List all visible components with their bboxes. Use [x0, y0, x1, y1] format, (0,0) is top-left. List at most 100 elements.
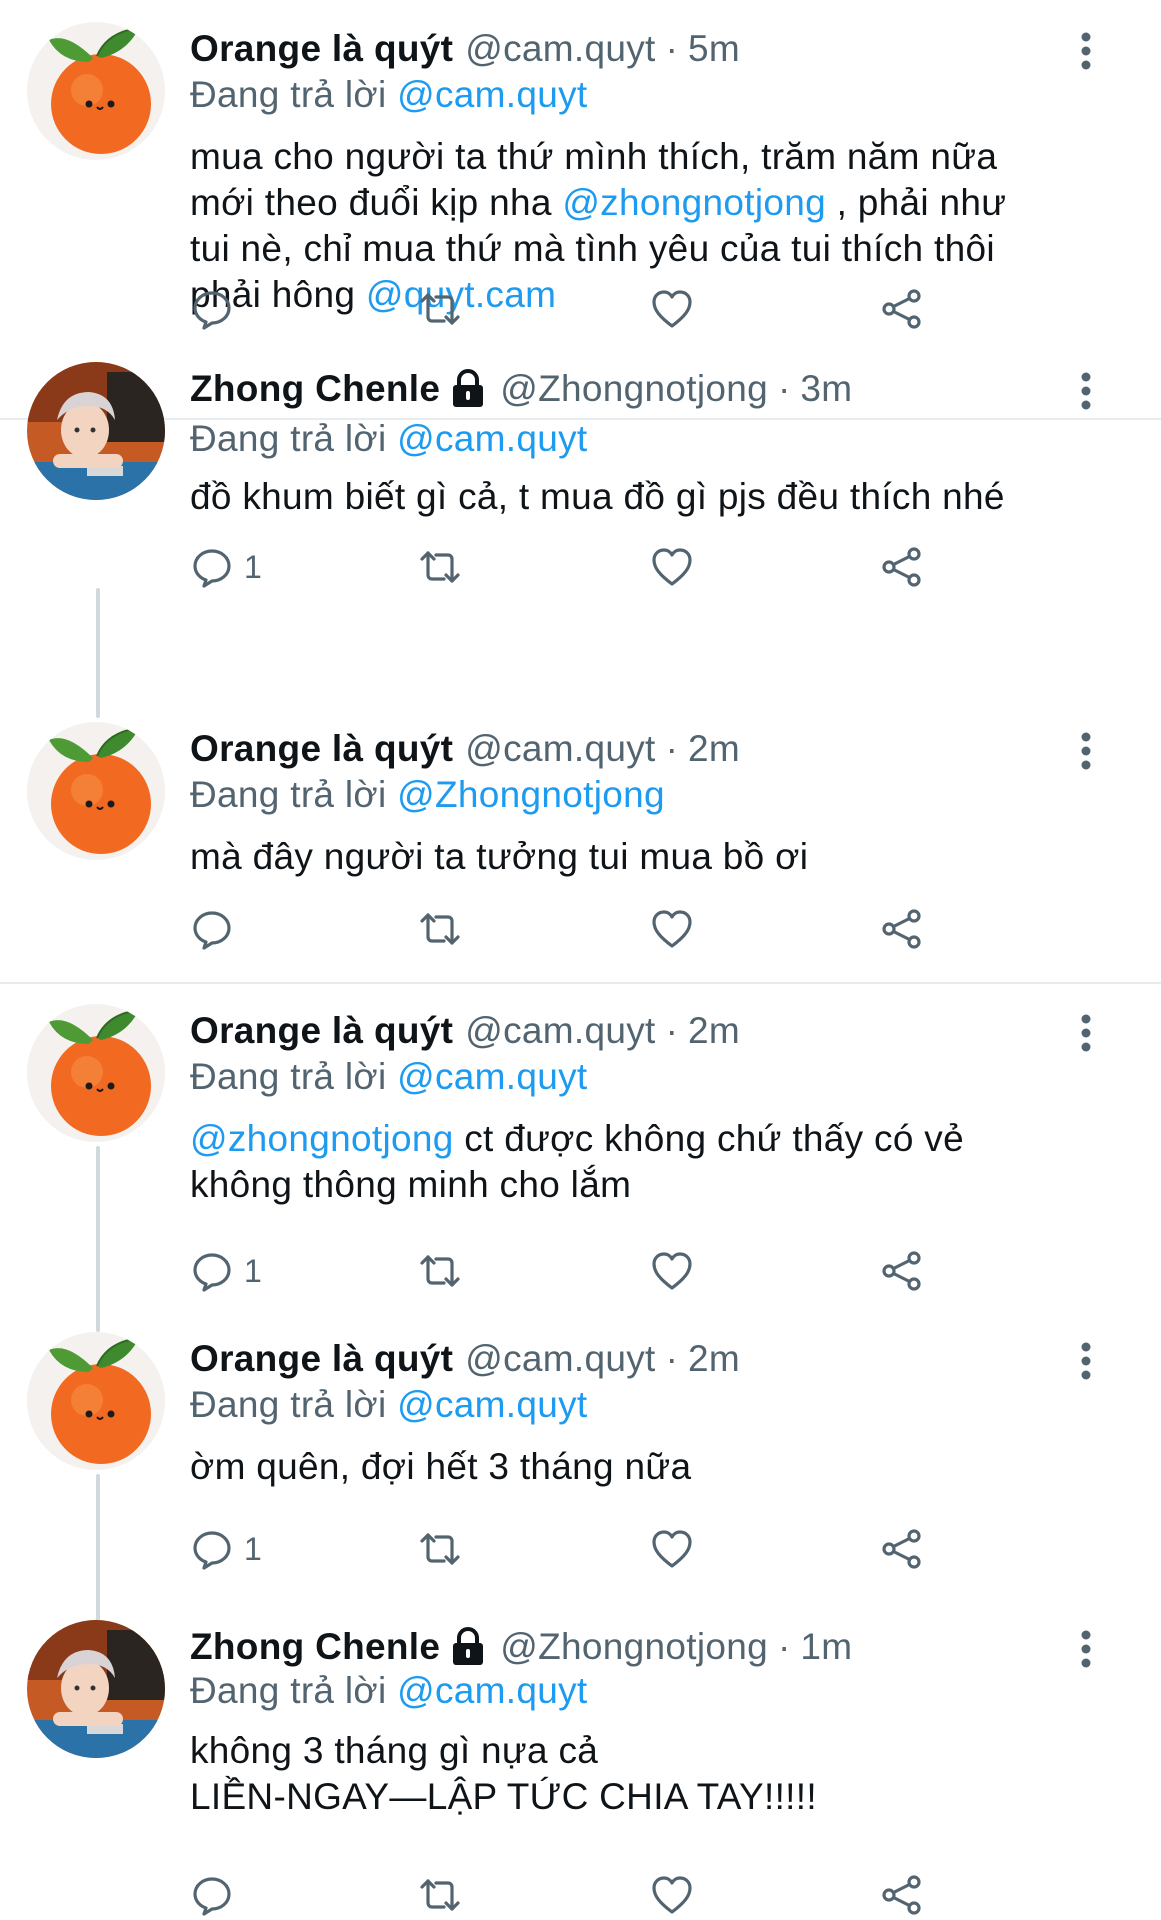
username[interactable]: @cam.quyt [465, 1004, 655, 1058]
share-button[interactable] [880, 542, 924, 592]
replying-to-label: Đang trả lời [190, 1384, 387, 1425]
reply-icon [190, 287, 234, 331]
timestamp[interactable]: 5m [688, 22, 740, 76]
retweet-button[interactable] [418, 904, 462, 954]
share-button[interactable] [880, 1524, 924, 1574]
text-segment: mới theo đuổi kịp nha [190, 182, 563, 223]
replying-to: Đang trả lời @cam.quyt [190, 414, 587, 464]
heart-icon [650, 287, 694, 331]
avatar[interactable] [27, 1332, 165, 1470]
text-segment: đồ khum biết gì cả, t mua đồ gì pjs đều … [190, 476, 1005, 517]
separator: · [778, 1626, 791, 1667]
avatar[interactable] [27, 1004, 165, 1142]
tweet[interactable]: Orange là quýt @cam.quyt · 2m Đang trả l… [0, 1004, 1161, 1304]
timestamp[interactable]: 2m [688, 722, 740, 776]
replying-to-mention[interactable]: @Zhongnotjong [397, 774, 665, 815]
timestamp[interactable]: 3m [800, 362, 852, 416]
username[interactable]: @cam.quyt [465, 22, 655, 76]
tweet-text: mà đây người ta tưởng tui mua bồ ơi [190, 834, 1090, 880]
mention-link[interactable]: @zhongnotjong [190, 1118, 454, 1159]
more-options-icon[interactable] [1072, 1340, 1100, 1382]
like-button[interactable] [650, 1870, 694, 1920]
text-segment: mà đây người ta tưởng tui mua bồ ơi [190, 836, 809, 877]
retweet-button[interactable] [418, 542, 462, 592]
more-options-icon[interactable] [1072, 1628, 1100, 1670]
replying-to-mention[interactable]: @cam.quyt [397, 418, 587, 459]
thread-line [96, 588, 100, 718]
retweet-button[interactable] [418, 1870, 462, 1920]
tweet-text-line: ờm quên, đợi hết 3 tháng nữa [190, 1444, 1090, 1490]
reply-button[interactable] [190, 904, 244, 954]
replying-to: Đang trả lời @cam.quyt [190, 70, 587, 120]
replying-to: Đang trả lời @cam.quyt [190, 1380, 587, 1430]
reply-button[interactable] [190, 284, 244, 334]
separator: · [778, 368, 791, 409]
avatar[interactable] [27, 22, 165, 160]
like-button[interactable] [650, 1246, 694, 1296]
reply-button[interactable]: 1 [190, 542, 262, 592]
text-segment: không thông minh cho lắm [190, 1164, 632, 1205]
display-name[interactable]: Orange là quýt [190, 22, 453, 76]
more-options-icon[interactable] [1072, 730, 1100, 772]
tweet-actions: 1 [190, 1246, 1090, 1296]
avatar[interactable] [27, 362, 165, 500]
retweet-button[interactable] [418, 284, 462, 334]
tweet-header: Zhong Chenle @Zhongnotjong · 3m [190, 362, 852, 416]
avatar[interactable] [27, 1620, 165, 1758]
share-button[interactable] [880, 1870, 924, 1920]
reply-icon [190, 907, 234, 951]
timestamp[interactable]: 2m [688, 1332, 740, 1386]
username[interactable]: @Zhongnotjong [500, 362, 768, 416]
tweet-text-line: không 3 tháng gì nựa cả [190, 1728, 1090, 1774]
reply-button[interactable] [190, 1870, 244, 1920]
reply-icon [190, 1249, 234, 1293]
reply-button[interactable]: 1 [190, 1246, 262, 1296]
like-button[interactable] [650, 542, 694, 592]
like-button[interactable] [650, 284, 694, 334]
reply-icon [190, 545, 234, 589]
tweet-header: Orange là quýt @cam.quyt · 2m [190, 1004, 740, 1058]
share-button[interactable] [880, 904, 924, 954]
separator: · [665, 1010, 678, 1051]
replying-to: Đang trả lời @cam.quyt [190, 1666, 587, 1716]
username[interactable]: @cam.quyt [465, 1332, 655, 1386]
reply-button[interactable]: 1 [190, 1524, 262, 1574]
display-name[interactable]: Zhong Chenle [190, 362, 440, 416]
more-options-icon[interactable] [1072, 30, 1100, 72]
like-button[interactable] [650, 1524, 694, 1574]
replying-to-mention[interactable]: @cam.quyt [397, 1056, 587, 1097]
replying-to-mention[interactable]: @cam.quyt [397, 74, 587, 115]
username[interactable]: @cam.quyt [465, 722, 655, 776]
display-name[interactable]: Orange là quýt [190, 1332, 453, 1386]
tweet[interactable]: Orange là quýt @cam.quyt · 2m Đang trả l… [0, 1332, 1161, 1570]
retweet-button[interactable] [418, 1246, 462, 1296]
timestamp[interactable]: 1m [800, 1620, 852, 1674]
tweet-text-line: không thông minh cho lắm [190, 1162, 1090, 1208]
share-button[interactable] [880, 284, 924, 334]
timestamp[interactable]: 2m [688, 1004, 740, 1058]
text-segment: ờm quên, đợi hết 3 tháng nữa [190, 1446, 692, 1487]
reply-count: 1 [244, 548, 262, 585]
tweet-text-line: mới theo đuổi kịp nha @zhongnotjong , ph… [190, 180, 1090, 226]
display-name[interactable]: Orange là quýt [190, 1004, 453, 1058]
tweet[interactable]: Zhong Chenle @Zhongnotjong · 1m Đang trả… [0, 1620, 1161, 1920]
more-options-icon[interactable] [1072, 370, 1100, 412]
retweet-icon [418, 1249, 462, 1293]
more-options-icon[interactable] [1072, 1012, 1100, 1054]
tweet[interactable]: Zhong Chenle @Zhongnotjong · 3m Đang trả… [0, 362, 1161, 588]
tweet-header: Orange là quýt @cam.quyt · 2m [190, 722, 740, 776]
replying-to-mention[interactable]: @cam.quyt [397, 1384, 587, 1425]
tweet-text: ờm quên, đợi hết 3 tháng nữa [190, 1444, 1090, 1490]
avatar[interactable] [27, 722, 165, 860]
like-button[interactable] [650, 904, 694, 954]
display-name[interactable]: Orange là quýt [190, 722, 453, 776]
share-button[interactable] [880, 1246, 924, 1296]
retweet-button[interactable] [418, 1524, 462, 1574]
mention-link[interactable]: @zhongnotjong [562, 182, 826, 223]
retweet-icon [418, 907, 462, 951]
replying-to: Đang trả lời @Zhongnotjong [190, 770, 665, 820]
replying-to-mention[interactable]: @cam.quyt [397, 1670, 587, 1711]
tweet[interactable]: Orange là quýt @cam.quyt · 2m Đang trả l… [0, 722, 1161, 950]
tweet[interactable]: Orange là quýt @cam.quyt · 5m Đang trả l… [0, 22, 1161, 412]
divider [0, 982, 1161, 984]
